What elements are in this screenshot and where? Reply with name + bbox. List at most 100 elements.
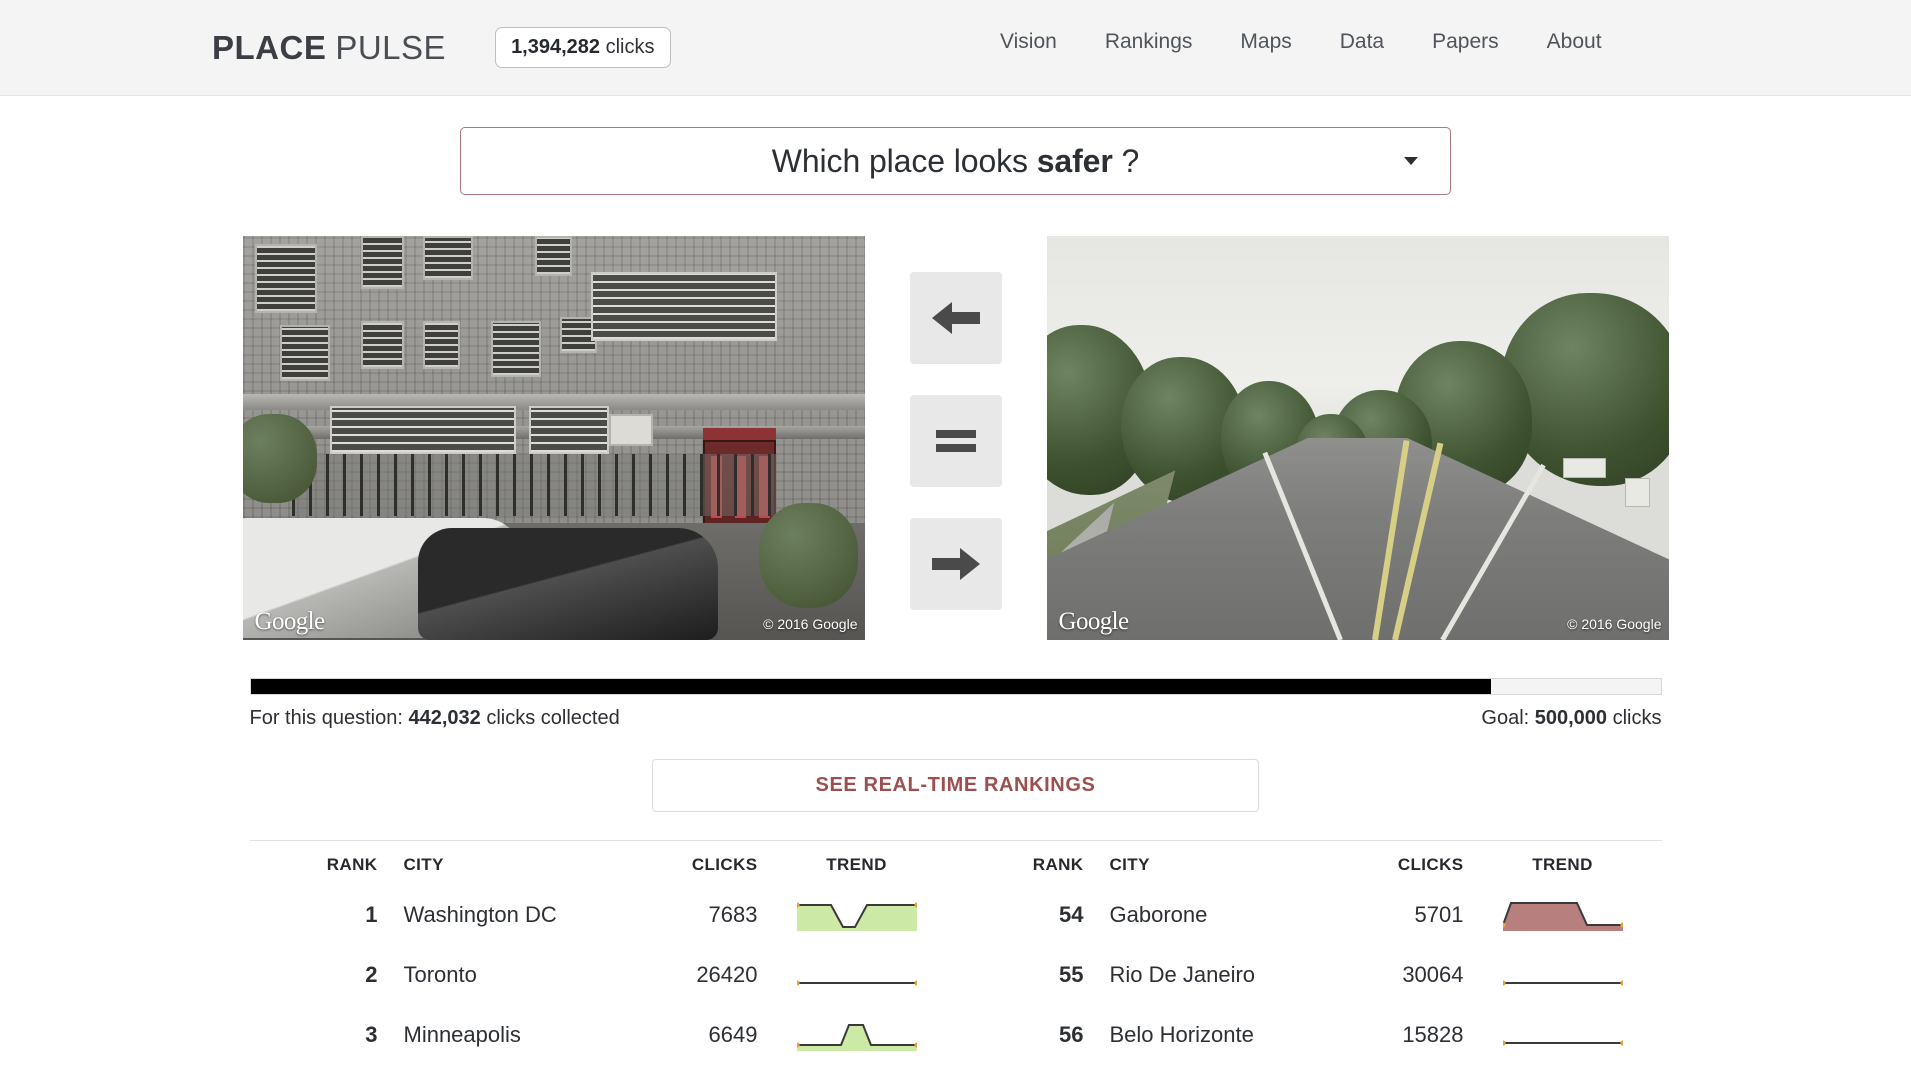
nav-item-data[interactable]: Data <box>1316 30 1408 54</box>
window <box>422 236 473 281</box>
collected-suffix: clicks collected <box>480 707 620 729</box>
collected-value: 442,032 <box>408 707 481 729</box>
question-text: Which place looks safer ? <box>772 143 1140 180</box>
question-suffix: ? <box>1112 142 1140 179</box>
parked-car-dark <box>417 528 718 640</box>
goal-label: Goal: 500,000 clicks <box>1481 707 1661 730</box>
site-logo[interactable]: PLACE PULSE <box>212 29 446 67</box>
cell-trend-sparkline <box>758 885 956 945</box>
window <box>360 236 405 289</box>
table-row[interactable]: 3 Minneapolis 6649 <box>250 1005 956 1065</box>
roadside-sign <box>1624 478 1650 507</box>
column-header-city[interactable]: CITY <box>1084 841 1314 885</box>
table-row[interactable]: 2 Toronto 26420 <box>250 945 956 1005</box>
arrow-right-icon <box>930 544 982 584</box>
total-clicks-badge: 1,394,282 clicks <box>495 27 671 68</box>
collected-prefix: For this question: <box>249 707 409 729</box>
cell-rank: 3 <box>365 1022 378 1047</box>
cell-rank: 2 <box>365 962 378 987</box>
arrow-left-icon <box>930 298 982 338</box>
see-realtime-rankings-button[interactable]: SEE REAL-TIME RANKINGS <box>652 759 1259 812</box>
column-header-rank[interactable]: RANK <box>250 841 378 885</box>
progress-labels: For this question: 442,032 clicks collec… <box>250 707 1662 730</box>
chevron-down-icon[interactable] <box>1404 157 1418 165</box>
google-watermark: Google <box>1058 608 1130 635</box>
cell-clicks: 15828 <box>1402 1022 1464 1047</box>
cell-clicks: 7683 <box>708 902 758 927</box>
column-header-rank[interactable]: RANK <box>956 841 1084 885</box>
choose-left-button[interactable] <box>909 272 1002 364</box>
total-clicks-count: 1,394,282 <box>511 36 601 58</box>
cell-city: Gaborone <box>1109 902 1208 927</box>
choice-button-group <box>865 236 1047 610</box>
cell-rank: 56 <box>1059 1022 1084 1047</box>
site-header: PLACE PULSE 1,394,282 clicks Vision Rank… <box>0 0 1911 96</box>
cell-clicks: 5701 <box>1414 902 1464 927</box>
column-header-clicks[interactable]: CLICKS <box>608 841 758 885</box>
cell-trend-sparkline <box>1464 945 1662 1005</box>
cell-city: Toronto <box>403 962 477 987</box>
cell-trend-sparkline <box>758 945 956 1005</box>
cell-trend-sparkline <box>1464 1005 1662 1065</box>
main-nav: Vision Rankings Maps Data Papers About <box>976 30 1626 54</box>
window <box>279 324 330 382</box>
shrub <box>242 413 318 503</box>
cell-trend-sparkline <box>1464 885 1662 945</box>
cell-clicks: 26420 <box>696 962 758 987</box>
cell-clicks: 30064 <box>1402 962 1464 987</box>
progress-section: For this question: 442,032 clicks collec… <box>249 678 1662 730</box>
iron-fence <box>292 454 778 517</box>
table-header-row: RANK CITY CLICKS TREND <box>956 841 1662 885</box>
question-attribute: safer <box>1036 142 1113 179</box>
column-header-clicks[interactable]: CLICKS <box>1314 841 1464 885</box>
nav-item-vision[interactable]: Vision <box>976 30 1081 54</box>
shrub <box>758 502 859 608</box>
table-row[interactable]: 55 Rio De Janeiro 30064 <box>956 945 1662 1005</box>
cell-rank: 54 <box>1059 902 1084 927</box>
window <box>254 244 318 313</box>
balcony-grille <box>590 272 778 342</box>
goal-suffix: clicks <box>1607 707 1662 729</box>
cell-rank: 55 <box>1059 962 1084 987</box>
column-header-city[interactable]: CITY <box>378 841 608 885</box>
total-clicks-label: clicks <box>605 36 655 58</box>
table-header-row: RANK CITY CLICKS TREND <box>250 841 956 885</box>
equals-icon <box>933 426 979 456</box>
column-header-trend[interactable]: TREND <box>758 841 956 885</box>
air-conditioner <box>609 413 653 447</box>
window <box>534 236 573 277</box>
cell-city: Minneapolis <box>403 1022 521 1047</box>
nav-item-rankings[interactable]: Rankings <box>1081 30 1217 54</box>
table-row[interactable]: 54 Gaborone 5701 <box>956 885 1662 945</box>
comparison-row: Google © 2016 Google Google © 2016 Googl… <box>0 236 1911 640</box>
google-watermark: Google <box>254 608 326 635</box>
window <box>360 320 405 370</box>
table-row[interactable]: 1 Washington DC 7683 <box>250 885 956 945</box>
window <box>422 320 461 370</box>
column-header-trend[interactable]: TREND <box>1464 841 1662 885</box>
logo-pulse: PULSE <box>335 28 447 66</box>
balcony-grille <box>329 405 517 455</box>
roadside-sign <box>1562 458 1607 479</box>
choose-right-button[interactable] <box>909 518 1002 610</box>
progress-bar-fill <box>250 679 1492 694</box>
question-select[interactable]: Which place looks safer ? <box>460 127 1451 195</box>
right-street-view-image[interactable]: Google © 2016 Google <box>1046 236 1669 640</box>
logo-place: PLACE <box>212 28 327 66</box>
nav-item-papers[interactable]: Papers <box>1408 30 1523 54</box>
cell-city: Belo Horizonte <box>1109 1022 1254 1047</box>
google-copyright: © 2016 Google <box>1567 616 1662 632</box>
google-copyright: © 2016 Google <box>763 616 858 632</box>
collected-label: For this question: 442,032 clicks collec… <box>250 707 620 730</box>
cell-rank: 1 <box>365 902 378 927</box>
table-row[interactable]: 56 Belo Horizonte 15828 <box>956 1005 1662 1065</box>
window <box>491 320 542 378</box>
cell-city: Washington DC <box>403 902 557 927</box>
rankings-table-top: RANK CITY CLICKS TREND 1 Washington DC 768… <box>250 841 956 1065</box>
choose-equal-button[interactable] <box>909 395 1002 487</box>
progress-bar <box>249 678 1662 695</box>
left-street-view-image[interactable]: Google © 2016 Google <box>242 236 865 640</box>
goal-prefix: Goal: <box>1481 707 1535 729</box>
nav-item-maps[interactable]: Maps <box>1216 30 1315 54</box>
nav-item-about[interactable]: About <box>1523 30 1626 54</box>
